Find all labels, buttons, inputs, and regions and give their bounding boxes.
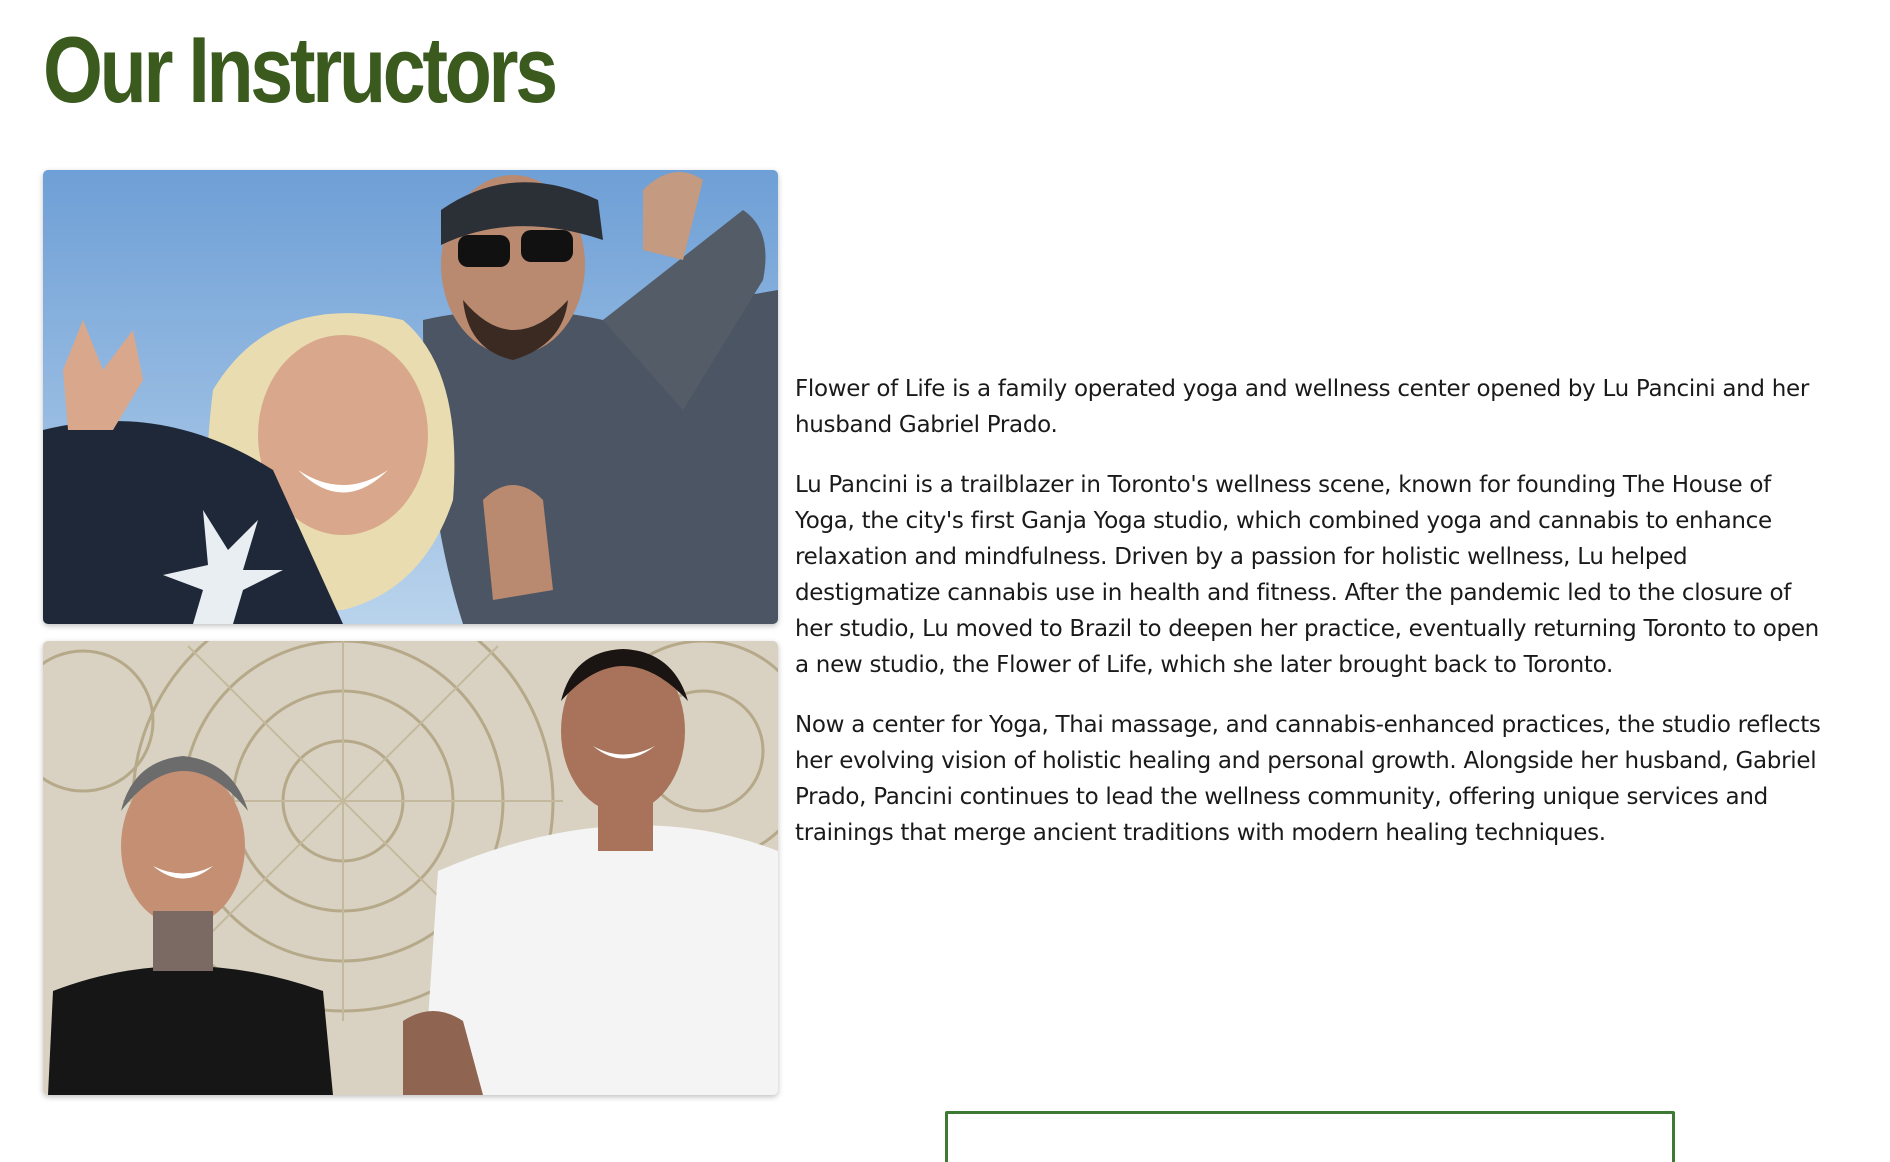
bio-paragraph-studio: Now a center for Yoga, Thai massage, and…: [795, 712, 1821, 846]
instructors-mandala-photo: [43, 641, 778, 1095]
outlined-content-box: [945, 1111, 1675, 1162]
bio-paragraph-intro: Flower of Life is a family operated yoga…: [795, 376, 1809, 438]
instructors-bio: Flower of Life is a family operated yoga…: [795, 371, 1825, 875]
bio-paragraph-lu-pancini: Lu Pancini is a trailblazer in Toronto's…: [795, 472, 1819, 678]
instructors-selfie-photo: [43, 170, 778, 624]
page-title: Our Instructors: [43, 17, 558, 122]
